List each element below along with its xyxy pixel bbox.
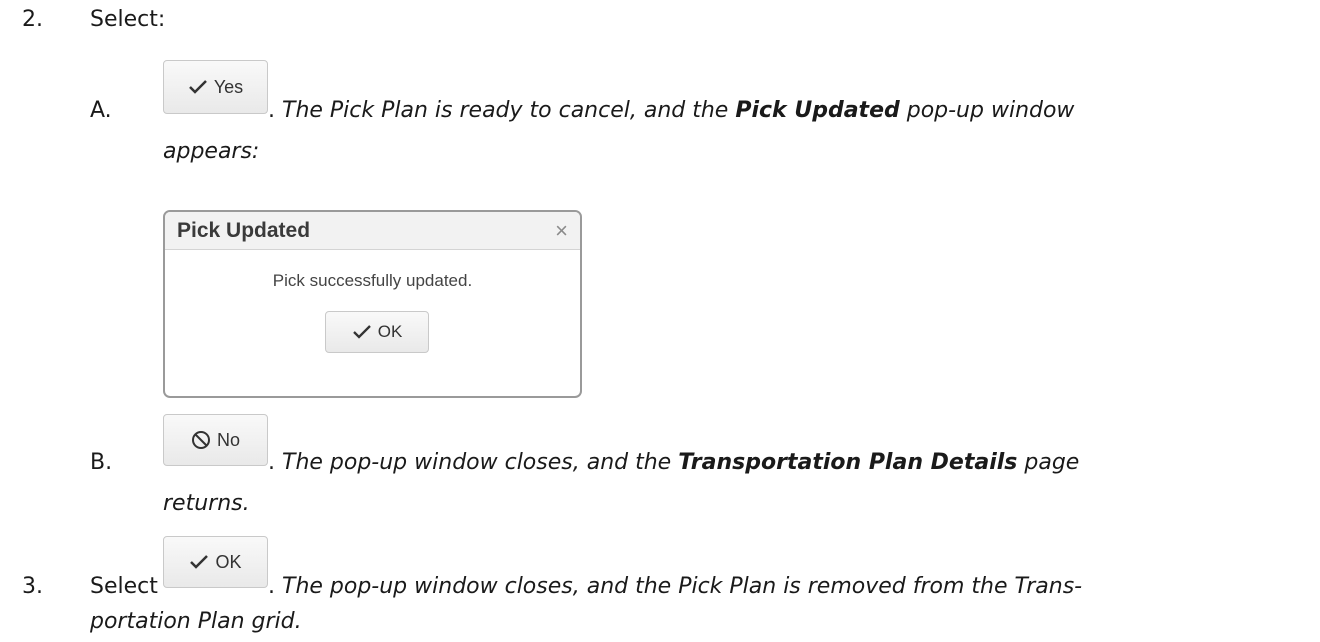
prohibited-icon bbox=[191, 431, 210, 449]
option-a-letter: A. bbox=[90, 98, 112, 123]
step-3-number: 3. bbox=[22, 574, 43, 599]
option-b-description-line2: returns. bbox=[163, 491, 250, 516]
dialog-title: Pick Updated bbox=[177, 219, 311, 242]
close-icon[interactable]: × bbox=[555, 218, 568, 244]
step-3-description-line2: portation Plan grid. bbox=[90, 609, 302, 634]
step-2-number: 2. bbox=[22, 7, 43, 32]
yes-button[interactable]: Yes bbox=[163, 60, 268, 114]
yes-button-label: Yes bbox=[213, 76, 244, 97]
step-2-text: Select: bbox=[90, 7, 166, 32]
step-3-text: Select bbox=[90, 574, 158, 599]
option-b-letter: B. bbox=[90, 450, 113, 475]
option-b-description: . The pop-up window closes, and the Tran… bbox=[268, 450, 1080, 475]
checkmark-icon bbox=[352, 325, 371, 339]
checkmark-icon bbox=[188, 80, 207, 94]
dialog-message: Pick successfully updated. bbox=[272, 271, 473, 290]
checkmark-icon bbox=[190, 555, 209, 569]
dialog-ok-button[interactable]: OK bbox=[325, 311, 429, 353]
step-3-description: . The pop-up window closes, and the Pick… bbox=[268, 574, 1083, 599]
pick-updated-dialog: Pick Updated × Pick successfully updated… bbox=[163, 210, 582, 398]
dialog-header: Pick Updated × bbox=[165, 212, 580, 250]
option-a-description-line2: appears: bbox=[163, 139, 260, 164]
ok-button-label: OK bbox=[215, 551, 242, 572]
option-a-description: . The Pick Plan is ready to cancel, and … bbox=[268, 98, 1075, 123]
no-button-label: No bbox=[216, 429, 240, 450]
no-button[interactable]: No bbox=[163, 414, 268, 466]
dialog-ok-label: OK bbox=[377, 322, 403, 341]
ok-button[interactable]: OK bbox=[163, 536, 268, 588]
